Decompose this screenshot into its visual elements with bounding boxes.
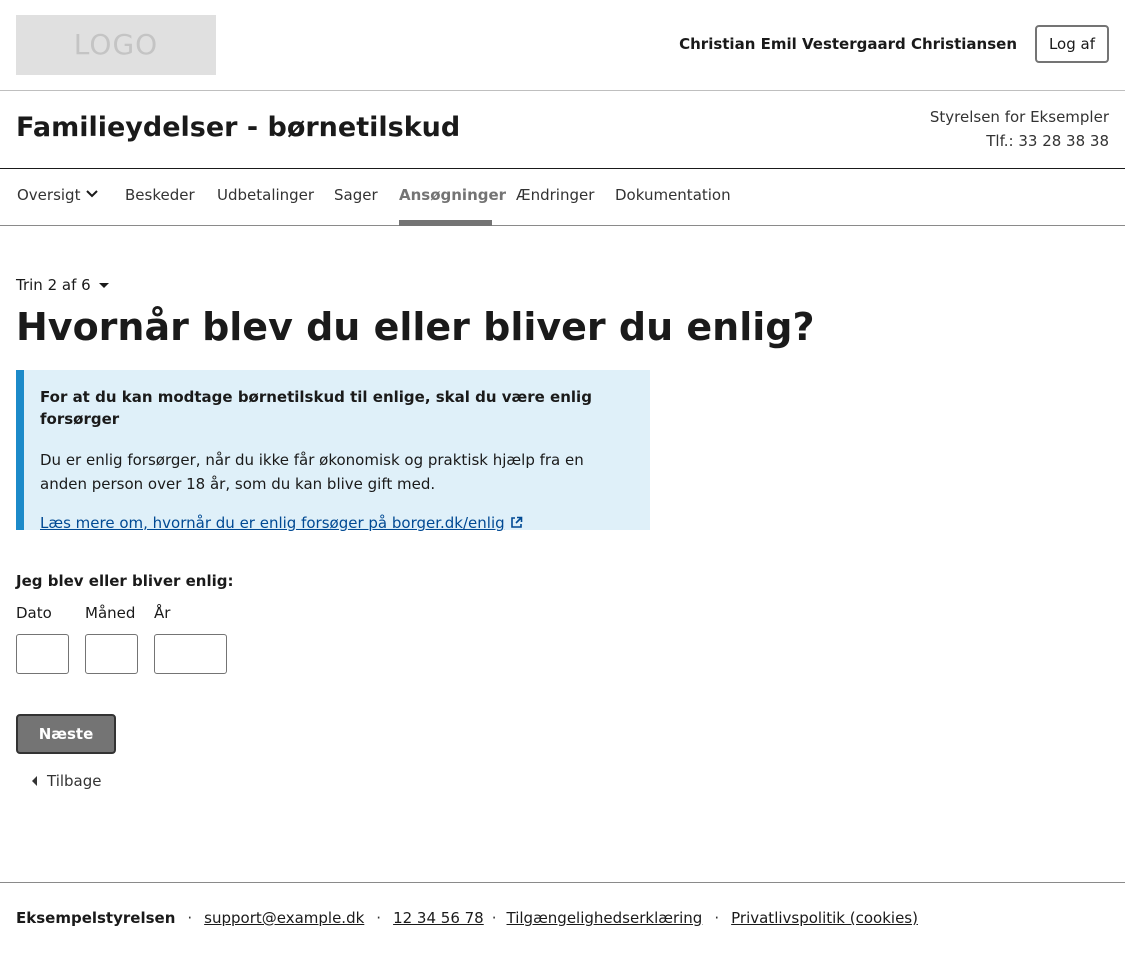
external-link-icon — [510, 516, 522, 528]
step-label: Trin 2 af 6 — [16, 276, 91, 294]
info-title: For at du kan modtage børnetilskud til e… — [40, 388, 592, 428]
next-button[interactable]: Næste — [16, 714, 116, 754]
chevron-down-icon — [86, 190, 99, 198]
top-bar: LOGO Christian Emil Vestergaard Christia… — [0, 0, 1125, 91]
service-title: Familieydelser - børnetilskud — [16, 112, 461, 143]
nav-item-aendringer[interactable]: Ændringer — [516, 169, 594, 225]
nav-item-sager[interactable]: Sager — [334, 169, 378, 225]
nav-item-label: Oversigt — [17, 186, 81, 204]
month-label: Måned — [85, 604, 136, 622]
footer-privacy-link[interactable]: Privatlivspolitik (cookies) — [731, 909, 918, 927]
footer-accessibility-link[interactable]: Tilgængelighedserklæring — [507, 909, 703, 927]
logout-button[interactable]: Log af — [1035, 25, 1109, 63]
authority-name: Styrelsen for Eksempler — [929, 108, 1109, 126]
info-link-text: Læs mere om, hvornår du er enlig forsøge… — [40, 514, 505, 532]
logo: LOGO — [16, 15, 216, 75]
caret-down-icon — [98, 283, 109, 288]
day-label: Dato — [16, 604, 52, 622]
footer-separator: · — [187, 909, 193, 927]
page-title: Hvornår blev du eller bliver du enlig? — [16, 305, 815, 349]
caret-left-icon — [32, 775, 37, 786]
info-box: For at du kan modtage børnetilskud til e… — [16, 370, 650, 532]
month-input[interactable] — [85, 634, 138, 674]
footer-email-link[interactable]: support@example.dk — [204, 909, 364, 927]
back-link[interactable]: Tilbage — [32, 771, 102, 791]
footer-separator: · — [376, 909, 382, 927]
year-label: År — [154, 604, 171, 622]
main-navigation: Oversigt Beskeder Udbetalinger Sager Ans… — [0, 169, 1125, 226]
nav-item-ansoegninger[interactable]: Ansøgninger — [399, 169, 506, 226]
year-input[interactable] — [154, 634, 227, 674]
back-label: Tilbage — [47, 772, 102, 790]
footer-separator: · — [714, 909, 720, 927]
footer-separator: · — [491, 909, 497, 927]
date-field-label: Jeg blev eller bliver enlig: — [16, 572, 234, 590]
nav-item-udbetalinger[interactable]: Udbetalinger — [217, 169, 314, 225]
info-text: Du er enlig forsørger, når du ikke får ø… — [40, 451, 584, 493]
footer-row: Eksempelstyrelsen · support@example.dk · 12 … — [16, 908, 918, 928]
nav-item-dokumentation[interactable]: Dokumentation — [615, 169, 731, 225]
info-link[interactable]: Læs mere om, hvornår du er enlig forsøge… — [40, 512, 523, 534]
footer-org: Eksempelstyrelsen — [16, 909, 176, 927]
nav-item-beskeder[interactable]: Beskeder — [125, 169, 195, 225]
authority-info: Styrelsen for Eksempler Tlf.: 33 28 38 3… — [930, 105, 1109, 153]
step-indicator[interactable]: Trin 2 af 6 — [16, 275, 109, 295]
footer: Eksempelstyrelsen · support@example.dk · 12 … — [0, 882, 1125, 962]
authority-phone: Tlf.: 33 28 38 38 — [986, 132, 1109, 150]
nav-item-oversigt[interactable]: Oversigt — [17, 169, 99, 225]
day-input[interactable] — [16, 634, 69, 674]
user-name: Christian Emil Vestergaard Christiansen — [679, 35, 1017, 53]
service-header: Familieydelser - børnetilskud Styrelsen … — [0, 91, 1125, 169]
footer-phone-link[interactable]: 12 34 56 78 — [393, 909, 484, 927]
